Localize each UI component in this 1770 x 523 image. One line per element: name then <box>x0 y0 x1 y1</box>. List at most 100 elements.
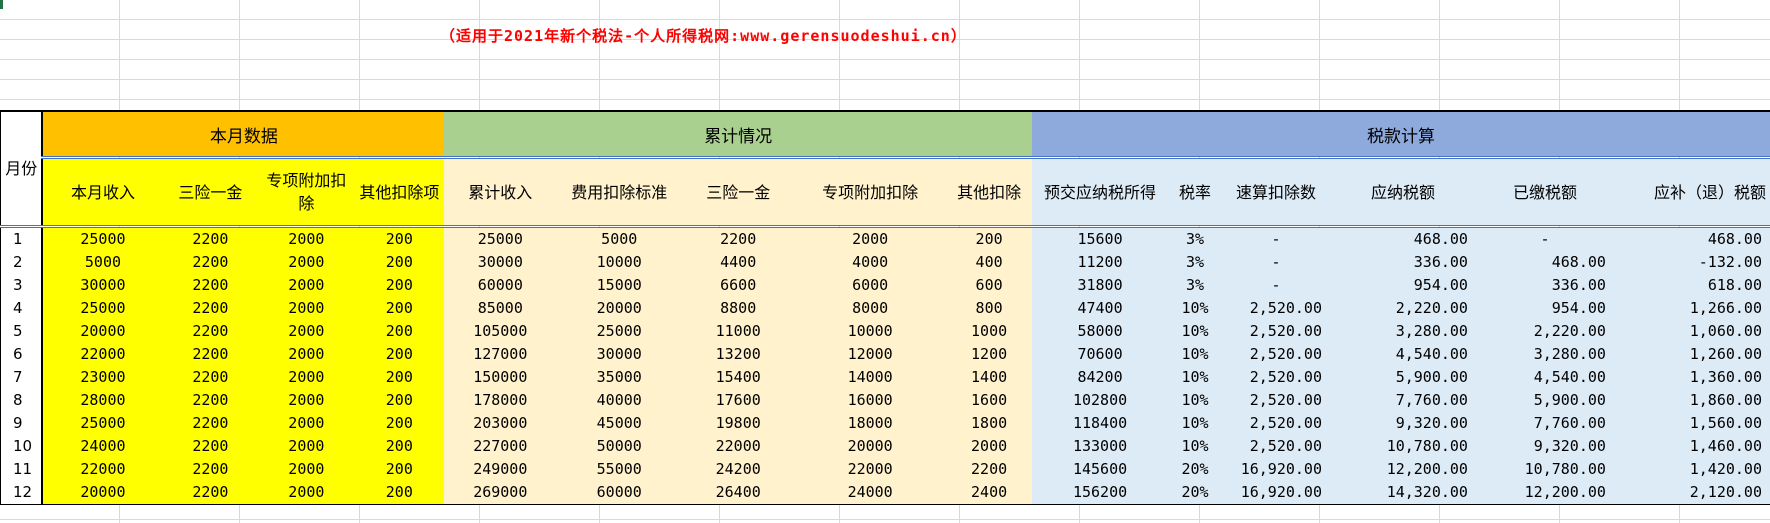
cell-taxable-income[interactable]: 70600 <box>1032 343 1169 366</box>
cell-tax-paid[interactable]: 7,760.00 <box>1475 412 1614 435</box>
cell-cumulative-other-deduction[interactable]: 1400 <box>946 366 1033 389</box>
cell-tax-payable[interactable]: 7,760.00 <box>1330 389 1476 412</box>
cell-monthly-special-deduction[interactable]: 2000 <box>258 225 355 251</box>
cell-monthly-social-insurance[interactable]: 2200 <box>162 458 259 481</box>
cell-cumulative-special-deduction[interactable]: 20000 <box>794 435 947 458</box>
cell-cumulative-social-insurance[interactable]: 15400 <box>682 366 795 389</box>
cell-cumulative-other-deduction[interactable]: 1800 <box>946 412 1033 435</box>
cell-monthly-special-deduction[interactable]: 2000 <box>258 320 355 343</box>
cell-cumulative-special-deduction[interactable]: 8000 <box>794 297 947 320</box>
cell-cumulative-special-deduction[interactable]: 16000 <box>794 389 947 412</box>
cell-quick-deduction[interactable]: 16,920.00 <box>1222 458 1330 481</box>
cell-monthly-special-deduction[interactable]: 2000 <box>258 481 355 505</box>
cell-cumulative-special-deduction[interactable]: 2000 <box>794 225 947 251</box>
column-header-taxable-income[interactable]: 预交应纳税所得 <box>1032 156 1169 227</box>
cell-expense-standard[interactable]: 15000 <box>556 274 683 297</box>
cell-tax-due-refund[interactable]: 1,060.00 <box>1613 320 1770 343</box>
cell-tax-due-refund[interactable]: 1,266.00 <box>1613 297 1770 320</box>
cell-monthly-special-deduction[interactable]: 2000 <box>258 412 355 435</box>
cell-tax-rate[interactable]: 10% <box>1168 389 1223 412</box>
cell-monthly-social-insurance[interactable]: 2200 <box>162 251 259 274</box>
cell-quick-deduction[interactable]: - <box>1222 225 1330 251</box>
cell-quick-deduction[interactable]: 2,520.00 <box>1222 389 1330 412</box>
cell-monthly-special-deduction[interactable]: 2000 <box>258 366 355 389</box>
cell-cumulative-social-insurance[interactable]: 4400 <box>682 251 795 274</box>
cell-month[interactable]: 4 <box>0 297 44 320</box>
cell-expense-standard[interactable]: 35000 <box>556 366 683 389</box>
column-header-monthly-other-deduction[interactable]: 其他扣除项 <box>354 156 445 227</box>
cell-cumulative-social-insurance[interactable]: 6600 <box>682 274 795 297</box>
cell-monthly-other-deduction[interactable]: 200 <box>354 274 445 297</box>
cell-monthly-other-deduction[interactable]: 200 <box>354 458 445 481</box>
cell-cumulative-other-deduction[interactable]: 1000 <box>946 320 1033 343</box>
cell-expense-standard[interactable]: 25000 <box>556 320 683 343</box>
column-header-cumulative-other-deduction[interactable]: 其他扣除 <box>946 156 1033 227</box>
cell-tax-paid[interactable]: 10,780.00 <box>1475 458 1614 481</box>
cell-monthly-special-deduction[interactable]: 2000 <box>258 297 355 320</box>
cell-monthly-other-deduction[interactable]: 200 <box>354 251 445 274</box>
cell-monthly-other-deduction[interactable]: 200 <box>354 366 445 389</box>
cell-expense-standard[interactable]: 10000 <box>556 251 683 274</box>
cell-monthly-social-insurance[interactable]: 2200 <box>162 274 259 297</box>
cell-monthly-income[interactable]: 20000 <box>42 481 163 505</box>
cell-monthly-social-insurance[interactable]: 2200 <box>162 343 259 366</box>
cell-monthly-other-deduction[interactable]: 200 <box>354 297 445 320</box>
cell-expense-standard[interactable]: 50000 <box>556 435 683 458</box>
cell-taxable-income[interactable]: 11200 <box>1032 251 1169 274</box>
cell-cumulative-other-deduction[interactable]: 2200 <box>946 458 1033 481</box>
cell-cumulative-special-deduction[interactable]: 6000 <box>794 274 947 297</box>
cell-monthly-other-deduction[interactable]: 200 <box>354 225 445 251</box>
cell-cumulative-income[interactable]: 203000 <box>444 412 557 435</box>
cell-monthly-income[interactable]: 25000 <box>42 412 163 435</box>
cell-monthly-income[interactable]: 22000 <box>42 343 163 366</box>
cell-month[interactable]: 11 <box>0 458 44 481</box>
cell-cumulative-income[interactable]: 85000 <box>444 297 557 320</box>
cell-monthly-income[interactable]: 28000 <box>42 389 163 412</box>
cell-monthly-income[interactable]: 5000 <box>42 251 163 274</box>
column-header-tax-rate[interactable]: 税率 <box>1168 156 1223 227</box>
cell-tax-paid[interactable]: 2,220.00 <box>1475 320 1614 343</box>
cell-month[interactable]: 2 <box>0 251 44 274</box>
cell-cumulative-other-deduction[interactable]: 1600 <box>946 389 1033 412</box>
cell-cumulative-social-insurance[interactable]: 24200 <box>682 458 795 481</box>
cell-tax-due-refund[interactable]: -132.00 <box>1613 251 1770 274</box>
cell-cumulative-special-deduction[interactable]: 22000 <box>794 458 947 481</box>
cell-tax-paid[interactable]: 5,900.00 <box>1475 389 1614 412</box>
cell-tax-payable[interactable]: 9,320.00 <box>1330 412 1476 435</box>
cell-cumulative-income[interactable]: 127000 <box>444 343 557 366</box>
cell-tax-rate[interactable]: 20% <box>1168 481 1223 505</box>
column-header-monthly-social-insurance[interactable]: 三险一金 <box>162 156 259 227</box>
cell-month[interactable]: 7 <box>0 366 44 389</box>
cell-tax-paid[interactable]: 954.00 <box>1475 297 1614 320</box>
cell-cumulative-income[interactable]: 178000 <box>444 389 557 412</box>
cell-cumulative-social-insurance[interactable]: 11000 <box>682 320 795 343</box>
cell-taxable-income[interactable]: 145600 <box>1032 458 1169 481</box>
cell-cumulative-income[interactable]: 60000 <box>444 274 557 297</box>
cell-expense-standard[interactable]: 60000 <box>556 481 683 505</box>
cell-cumulative-special-deduction[interactable]: 24000 <box>794 481 947 505</box>
cell-tax-rate[interactable]: 10% <box>1168 366 1223 389</box>
cell-quick-deduction[interactable]: - <box>1222 251 1330 274</box>
cell-monthly-other-deduction[interactable]: 200 <box>354 435 445 458</box>
cell-monthly-income[interactable]: 20000 <box>42 320 163 343</box>
cell-monthly-special-deduction[interactable]: 2000 <box>258 251 355 274</box>
cell-monthly-special-deduction[interactable]: 2000 <box>258 435 355 458</box>
cell-tax-payable[interactable]: 14,320.00 <box>1330 481 1476 505</box>
cell-monthly-social-insurance[interactable]: 2200 <box>162 297 259 320</box>
cell-monthly-social-insurance[interactable]: 2200 <box>162 320 259 343</box>
cell-taxable-income[interactable]: 84200 <box>1032 366 1169 389</box>
cell-month[interactable]: 5 <box>0 320 44 343</box>
cell-monthly-social-insurance[interactable]: 2200 <box>162 366 259 389</box>
cell-cumulative-other-deduction[interactable]: 2400 <box>946 481 1033 505</box>
cell-cumulative-social-insurance[interactable]: 19800 <box>682 412 795 435</box>
cell-quick-deduction[interactable]: 2,520.00 <box>1222 343 1330 366</box>
cell-tax-due-refund[interactable]: 1,420.00 <box>1613 458 1770 481</box>
cell-cumulative-other-deduction[interactable]: 600 <box>946 274 1033 297</box>
cell-tax-due-refund[interactable]: 2,120.00 <box>1613 481 1770 505</box>
cell-cumulative-income[interactable]: 150000 <box>444 366 557 389</box>
cell-tax-payable[interactable]: 4,540.00 <box>1330 343 1476 366</box>
cell-monthly-income[interactable]: 23000 <box>42 366 163 389</box>
cell-tax-due-refund[interactable]: 468.00 <box>1613 225 1770 251</box>
cell-monthly-special-deduction[interactable]: 2000 <box>258 458 355 481</box>
cell-tax-payable[interactable]: 2,220.00 <box>1330 297 1476 320</box>
